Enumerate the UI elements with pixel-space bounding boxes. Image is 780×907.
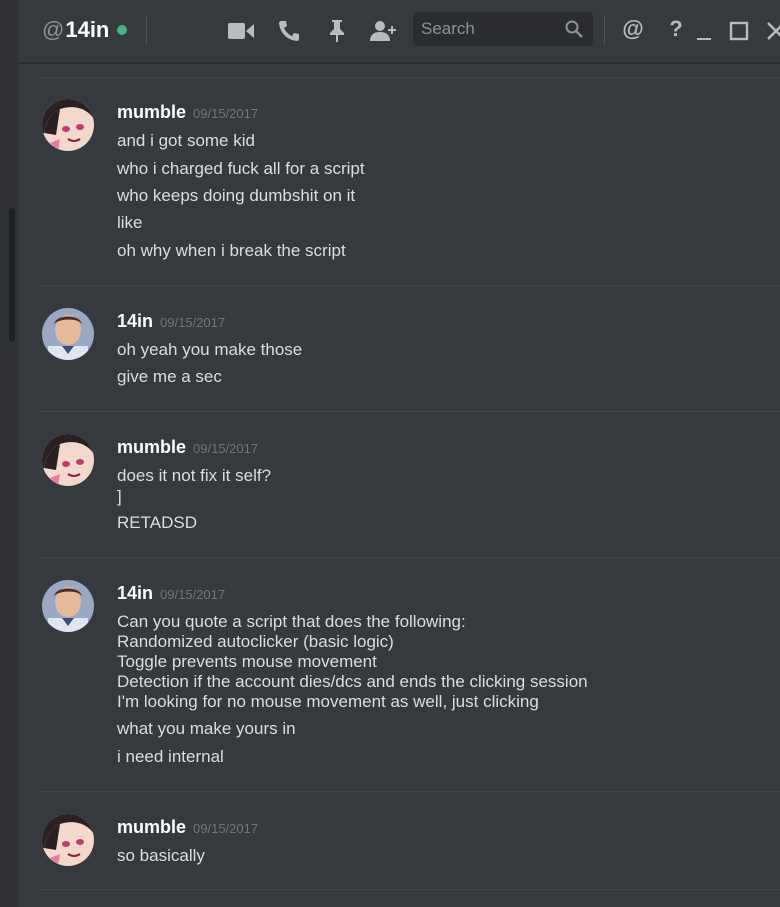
author-name[interactable]: mumble <box>117 102 186 122</box>
search-icon <box>565 20 583 43</box>
message-line: Randomized autoclicker (basic logic) <box>117 632 394 651</box>
message-line: who keeps doing dumbshit on it <box>117 186 356 205</box>
message-line: I'm looking for no mouse movement as wel… <box>117 692 539 711</box>
message-line: Toggle prevents mouse movement <box>117 652 377 671</box>
message-group: mumble 09/15/2017 so basically <box>18 805 780 890</box>
message-line: so basically <box>117 846 205 865</box>
user-avatar[interactable] <box>42 308 94 360</box>
minimize-icon[interactable] <box>690 18 718 44</box>
message-line: ] <box>117 487 122 506</box>
author-name[interactable]: mumble <box>117 817 186 837</box>
channel-header: @ 14in Search @ ? <box>18 0 780 63</box>
author-name[interactable]: 14in <box>117 311 153 331</box>
pin-icon[interactable] <box>323 18 351 44</box>
message-line: Can you quote a script that does the fol… <box>117 612 466 631</box>
help-icon[interactable]: ? <box>666 16 686 42</box>
message-divider <box>40 77 780 78</box>
author-name[interactable]: 14in <box>117 583 153 603</box>
author-name[interactable]: mumble <box>117 437 186 457</box>
message-timestamp: 09/15/2017 <box>160 587 226 602</box>
message-author[interactable]: 14in 09/15/2017 <box>117 583 225 604</box>
left-panel-edge <box>0 0 18 907</box>
message-line: does it not fix it self? <box>117 466 272 485</box>
message-divider <box>40 791 780 792</box>
message-author[interactable]: mumble 09/15/2017 <box>117 102 258 123</box>
message-group: mumble 09/15/2017 does it not fix it self… <box>18 425 780 555</box>
user-avatar[interactable] <box>42 814 94 866</box>
message-line: i need internal <box>117 747 224 766</box>
message-timestamp: 09/15/2017 <box>193 441 259 456</box>
message-group: mumble 09/15/2017 and i got some kid who … <box>18 90 780 280</box>
message-timestamp: 09/15/2017 <box>193 821 259 836</box>
message-timestamp: 09/15/2017 <box>193 106 259 121</box>
message-line: oh yeah you make those <box>117 340 303 359</box>
message-line: like <box>117 213 143 232</box>
header-divider <box>146 16 147 44</box>
message-line: RETADSD <box>117 513 197 532</box>
message-divider <box>40 285 780 286</box>
message-author[interactable]: mumble 09/15/2017 <box>117 437 258 458</box>
maximize-icon[interactable] <box>725 18 753 44</box>
message-line: give me a sec <box>117 367 222 386</box>
header-divider-2 <box>604 16 605 44</box>
message-line: Detection if the account dies/dcs and en… <box>117 672 588 691</box>
message-author[interactable]: mumble 09/15/2017 <box>117 817 258 838</box>
add-friend-icon[interactable] <box>370 18 398 44</box>
search-placeholder: Search <box>421 19 475 38</box>
message-line: who i charged fuck all for a script <box>117 159 365 178</box>
message-line: what you make yours in <box>117 719 296 738</box>
phone-call-icon[interactable] <box>275 18 303 44</box>
close-icon[interactable] <box>762 18 780 44</box>
search-input[interactable]: Search <box>413 12 593 46</box>
message-divider <box>40 557 780 558</box>
user-avatar[interactable] <box>42 434 94 486</box>
at-mention-icon[interactable]: @ <box>619 16 647 42</box>
dm-title: @ 14in <box>42 17 128 43</box>
video-camera-icon[interactable] <box>227 18 255 44</box>
message-group: 14in 09/15/2017 oh yeah you make those gi… <box>18 300 780 410</box>
message-divider <box>40 411 780 412</box>
user-avatar[interactable] <box>42 580 94 632</box>
user-avatar[interactable] <box>42 99 94 151</box>
dm-username[interactable]: 14in <box>65 17 109 43</box>
left-scrollbar-thumb[interactable] <box>9 208 15 342</box>
online-status-dot <box>117 25 128 35</box>
message-group: 14in 09/15/2017 Can you quote a script th… <box>18 571 780 786</box>
message-line: oh why when i break the script <box>117 241 346 260</box>
at-symbol: @ <box>42 17 65 42</box>
message-line: and i got some kid <box>117 131 255 150</box>
message-author[interactable]: 14in 09/15/2017 <box>117 311 225 332</box>
message-divider <box>40 889 780 890</box>
message-timestamp: 09/15/2017 <box>160 315 226 330</box>
